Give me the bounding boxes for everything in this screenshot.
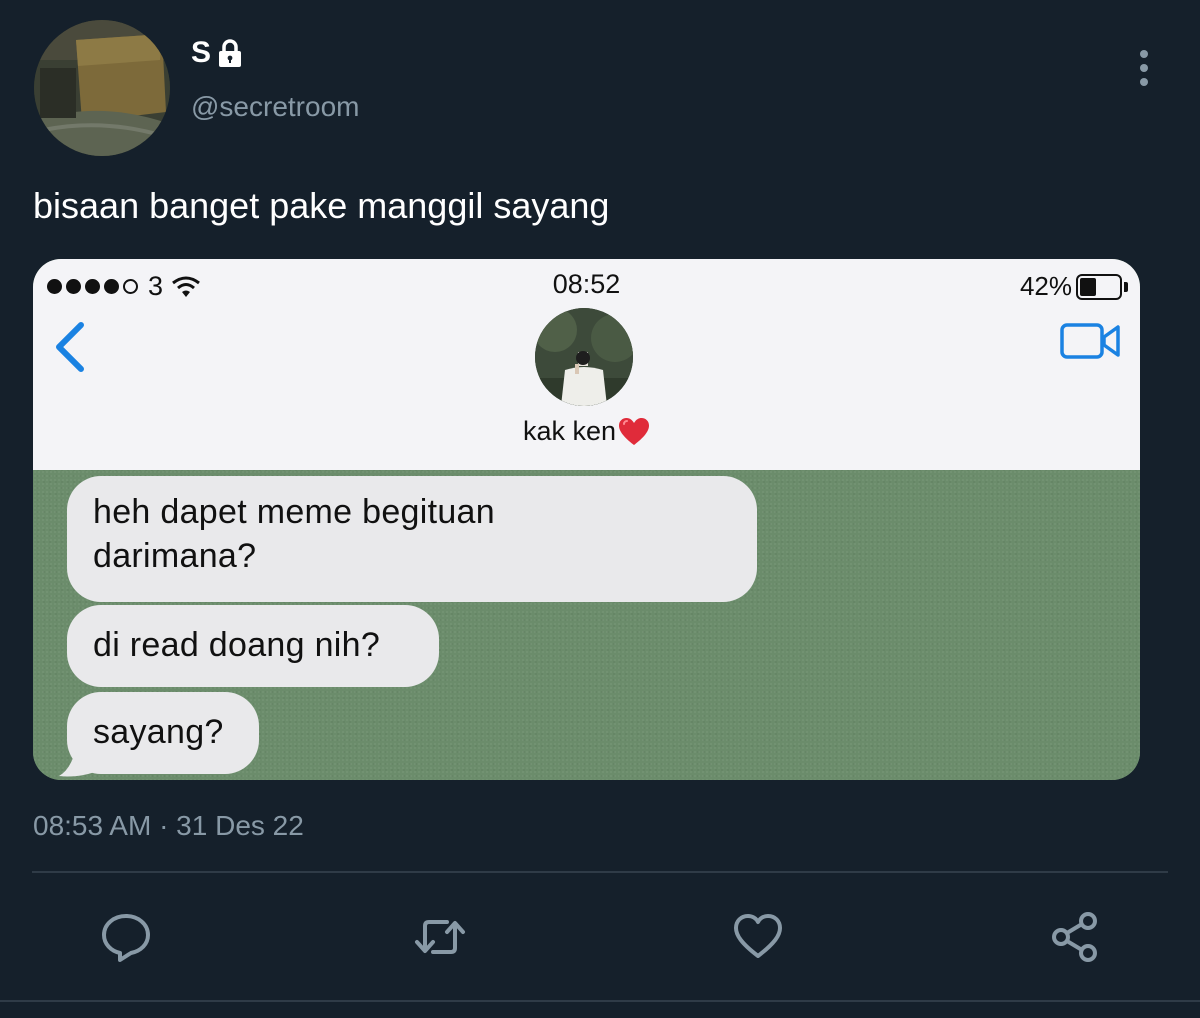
red-heart-emoji-icon — [619, 417, 650, 445]
avatar-image — [34, 20, 170, 156]
tweet-media-image[interactable]: 3 08:52 42% kak ken heh dapet meme begit… — [33, 259, 1140, 780]
more-dot — [1140, 64, 1148, 72]
message-line: sayang? — [93, 713, 224, 751]
share-icon[interactable] — [1048, 910, 1102, 964]
tweet-detail: S @secretroom bisaan banget pake manggil… — [0, 0, 1200, 1018]
lock-icon — [219, 39, 242, 67]
message-line: darimana? — [93, 537, 257, 575]
battery-icon — [1076, 273, 1128, 300]
message-line: heh dapet meme begituan — [93, 493, 495, 531]
divider — [32, 871, 1168, 873]
message-line: di read doang nih? — [93, 626, 381, 664]
contact-avatar-image — [535, 308, 633, 406]
status-battery: 42% — [1020, 271, 1128, 302]
more-vertical-icon[interactable] — [1128, 48, 1160, 88]
more-dot — [1140, 78, 1148, 86]
tweet-timestamp[interactable]: 08:53 AM · 31 Des 22 — [33, 808, 304, 844]
profile-avatar[interactable] — [34, 20, 170, 156]
divider — [0, 1000, 1200, 1002]
battery-nub — [1124, 281, 1128, 292]
back-chevron-icon[interactable] — [51, 321, 87, 373]
contact-name: kak ken — [522, 416, 617, 446]
display-name-row[interactable]: S — [191, 36, 244, 70]
battery-fill — [1080, 277, 1096, 296]
more-dot — [1140, 50, 1148, 58]
contact-avatar[interactable] — [535, 308, 633, 406]
retweet-icon[interactable] — [413, 910, 467, 964]
video-call-icon[interactable] — [1060, 321, 1122, 361]
display-name[interactable]: S — [191, 36, 211, 70]
battery-percent: 42% — [1019, 271, 1072, 301]
tweet-text: bisaan banget pake manggil sayang — [33, 185, 610, 226]
message-bubble: di read doang nih? — [67, 605, 439, 687]
message-bubble: sayang? — [67, 692, 259, 774]
heart-icon[interactable] — [731, 910, 785, 964]
user-handle[interactable]: @secretroom — [191, 90, 359, 124]
imessage-header: 3 08:52 42% kak ken — [33, 259, 1140, 470]
chat-area: heh dapet meme begituan darimana? di rea… — [33, 470, 1140, 780]
status-time: 08:52 — [552, 269, 621, 299]
reply-icon[interactable] — [99, 910, 153, 964]
contact-name-row[interactable]: kak ken — [33, 416, 1140, 447]
message-bubble: heh dapet meme begituan darimana? — [67, 476, 757, 602]
